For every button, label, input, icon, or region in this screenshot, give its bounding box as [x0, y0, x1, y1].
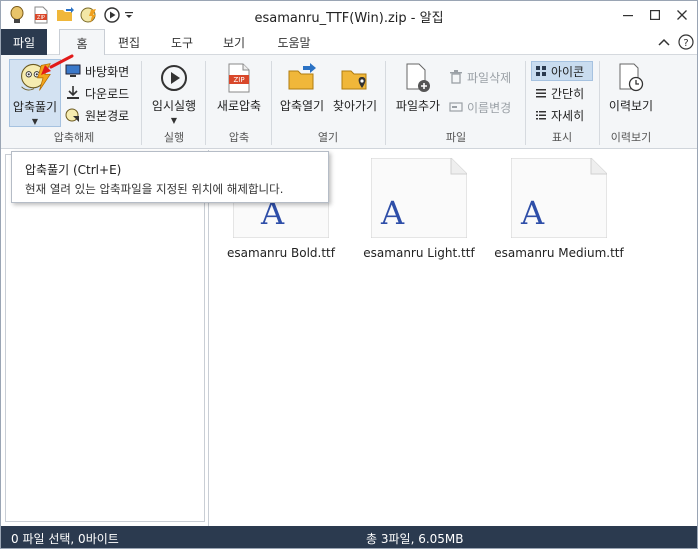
zip-file-icon: ZIP — [228, 63, 250, 93]
history-button[interactable]: 이력보기 — [603, 63, 659, 127]
group-label-open: 열기 — [317, 131, 339, 144]
rename-button[interactable]: 이름변경 — [449, 97, 511, 117]
rename-label: 이름변경 — [467, 100, 512, 115]
add-file-button[interactable]: 파일추가 — [391, 63, 445, 127]
new-compress-button[interactable]: ZIP 새로압축 — [211, 63, 267, 127]
tab-edit[interactable]: 편집 — [107, 29, 151, 55]
tab-view[interactable]: 보기 — [211, 29, 257, 55]
window-title: esamanru_TTF(Win).zip - 알집 — [254, 11, 444, 26]
status-selection: 0 파일 선택, 0바이트 — [11, 532, 119, 546]
detail-list-icon — [536, 111, 546, 120]
view-simple-label: 간단히 — [551, 86, 585, 101]
folder-location-icon — [341, 70, 367, 90]
original-path-icon — [65, 108, 79, 122]
tab-help[interactable]: 도움말 — [267, 29, 321, 55]
find-location-label: 찾아가기 — [332, 99, 378, 113]
desktop-icon — [65, 64, 81, 77]
title-bar: ZIP esamanru_TTF(Win).zip - 알집 — [1, 1, 697, 29]
svg-text:A: A — [380, 194, 405, 232]
extract-label: 압축풀기 — [12, 100, 58, 114]
tab-file[interactable]: 파일 — [1, 29, 47, 55]
open-compressed-label: 압축열기 — [279, 99, 325, 113]
download-icon — [67, 86, 79, 99]
view-icon-label: 아이콘 — [551, 64, 585, 79]
divider — [205, 61, 206, 145]
extract-tooltip: 압축풀기 (Ctrl+E) 현재 열려 있는 압축파일을 지정된 위치에 해제합… — [11, 151, 329, 203]
tab-tools[interactable]: 도구 — [159, 29, 205, 55]
status-total: 총 3파일, 6.05MB — [366, 532, 464, 546]
file-name: esamanru Bold.ttf — [227, 246, 335, 260]
font-file-icon: A — [511, 158, 607, 238]
list-item[interactable]: A esamanru Light.ttf — [355, 158, 483, 260]
group-label-display: 표시 — [551, 131, 573, 144]
svg-text:ZIP: ZIP — [233, 76, 244, 84]
font-file-icon: A — [371, 158, 467, 238]
find-location-button[interactable]: 찾아가기 — [329, 63, 381, 127]
open-compressed-button[interactable]: 압축열기 — [275, 63, 329, 127]
chevron-down-icon[interactable]: ▼ — [32, 117, 38, 126]
grid-icon — [536, 66, 546, 76]
maximize-icon[interactable] — [641, 1, 669, 29]
downloads-label: 다운로드 — [85, 86, 130, 101]
new-compress-label: 새로압축 — [216, 99, 262, 113]
ribbon-tabs: 파일 홈 편집 도구 보기 도움말 ? — [1, 29, 697, 56]
history-label: 이력보기 — [608, 99, 654, 113]
view-simple-button[interactable]: 간단히 — [535, 83, 584, 103]
help-icon[interactable]: ? — [677, 33, 695, 51]
folder-tree-pane[interactable] — [1, 150, 209, 526]
view-icon-button[interactable]: 아이콘 — [531, 61, 593, 81]
tab-home[interactable]: 홈 — [59, 29, 105, 56]
tooltip-description: 현재 열려 있는 압축파일을 지정된 위치에 해제합니다. — [25, 182, 284, 196]
desktop-label: 바탕화면 — [85, 64, 130, 79]
svg-text:?: ? — [683, 38, 688, 49]
original-path-label: 원본경로 — [85, 108, 130, 123]
group-label-file: 파일 — [445, 131, 467, 144]
divider — [599, 61, 600, 145]
group-label-extract: 압축해제 — [53, 131, 95, 144]
rename-icon — [449, 102, 463, 112]
file-name: esamanru Light.ttf — [363, 246, 475, 260]
tooltip-title: 압축풀기 (Ctrl+E) — [25, 163, 122, 177]
group-label-history: 이력보기 — [610, 131, 652, 144]
minimize-icon[interactable] — [614, 1, 642, 29]
downloads-button[interactable]: 다운로드 — [65, 83, 129, 103]
view-detail-button[interactable]: 자세히 — [535, 105, 584, 125]
group-label-compress: 압축 — [228, 131, 250, 144]
group-label-run: 실행 — [163, 131, 185, 144]
temp-run-button[interactable]: 임시실행 ▼ — [147, 63, 201, 127]
close-icon[interactable] — [668, 1, 696, 29]
add-file-label: 파일추가 — [395, 99, 441, 113]
history-icon — [619, 63, 644, 92]
list-item[interactable]: A esamanru Medium.ttf — [494, 158, 624, 260]
original-path-button[interactable]: 원본경로 — [65, 105, 129, 125]
folder-tree[interactable] — [5, 154, 205, 522]
view-detail-label: 자세히 — [551, 108, 585, 123]
svg-text:A: A — [520, 194, 545, 232]
delete-file-button[interactable]: 파일삭제 — [449, 67, 511, 87]
folder-open-icon — [288, 63, 316, 90]
list-icon — [536, 89, 546, 98]
add-file-icon — [406, 63, 430, 92]
divider — [525, 61, 526, 145]
ribbon: 압축풀기 ▼ 바탕화면 다운로드 원본경로 압축해제 임시실행 ▼ 실행 ZIP… — [1, 54, 697, 149]
divider — [141, 61, 142, 145]
divider — [385, 61, 386, 145]
status-bar: 0 파일 선택, 0바이트 총 3파일, 6.05MB — [1, 526, 697, 548]
trash-icon — [450, 70, 462, 84]
delete-file-label: 파일삭제 — [467, 70, 512, 85]
file-list-pane[interactable]: A esamanru Bold.ttf A esamanru Light.ttf… — [212, 150, 697, 526]
file-name: esamanru Medium.ttf — [494, 246, 624, 260]
temp-run-label: 임시실행 — [151, 99, 197, 113]
chevron-down-icon[interactable]: ▼ — [171, 116, 177, 125]
collapse-ribbon-icon[interactable] — [655, 33, 673, 51]
play-icon — [161, 65, 187, 91]
desktop-button[interactable]: 바탕화면 — [65, 61, 129, 81]
divider — [271, 61, 272, 145]
